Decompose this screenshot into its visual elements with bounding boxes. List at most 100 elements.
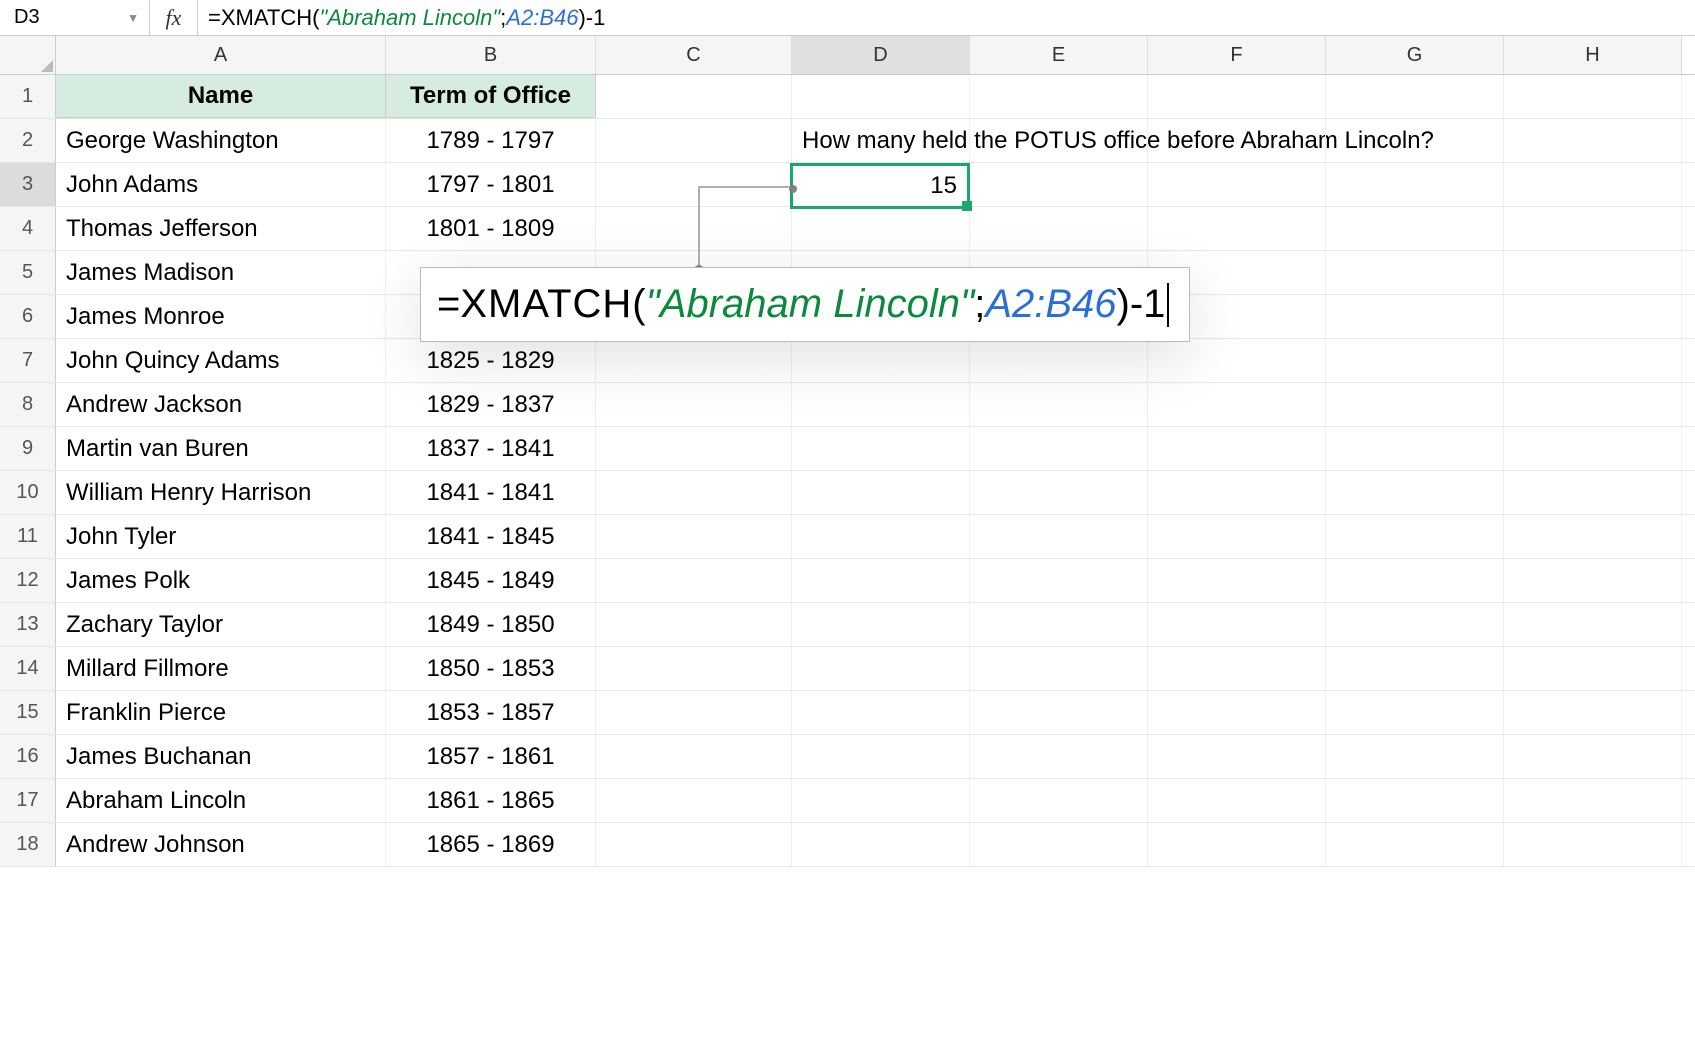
cell[interactable]: [1148, 295, 1326, 338]
row-header[interactable]: 17: [0, 779, 56, 822]
row-header[interactable]: 9: [0, 427, 56, 470]
cell[interactable]: [1148, 75, 1326, 118]
column-header-F[interactable]: F: [1148, 36, 1326, 74]
column-header-C[interactable]: C: [596, 36, 792, 74]
cell[interactable]: [1504, 471, 1682, 514]
cell[interactable]: [792, 515, 970, 558]
cell[interactable]: [596, 559, 792, 602]
cell[interactable]: [1148, 251, 1326, 294]
cell[interactable]: [1148, 163, 1326, 206]
cell[interactable]: [792, 383, 970, 426]
cell[interactable]: [970, 691, 1148, 734]
cell-term[interactable]: 1789 - 1797: [386, 119, 596, 162]
row-header[interactable]: 2: [0, 119, 56, 162]
cell[interactable]: [596, 779, 792, 822]
cell-name[interactable]: Martin van Buren: [56, 427, 386, 470]
cell[interactable]: [1326, 119, 1504, 162]
cell-name[interactable]: Andrew Johnson: [56, 823, 386, 866]
cell[interactable]: [1148, 515, 1326, 558]
cell[interactable]: [970, 251, 1148, 294]
cell[interactable]: [792, 251, 970, 294]
cell[interactable]: [970, 427, 1148, 470]
cell[interactable]: [1504, 163, 1682, 206]
cell-name[interactable]: Thomas Jefferson: [56, 207, 386, 250]
cell[interactable]: [1504, 515, 1682, 558]
cell-name[interactable]: Andrew Jackson: [56, 383, 386, 426]
cell[interactable]: [792, 823, 970, 866]
row-header[interactable]: 7: [0, 339, 56, 382]
cell-term[interactable]: 1845 - 1849: [386, 559, 596, 602]
row-header[interactable]: 13: [0, 603, 56, 646]
cell[interactable]: [970, 603, 1148, 646]
cell[interactable]: [1504, 647, 1682, 690]
row-header[interactable]: 16: [0, 735, 56, 778]
cell[interactable]: [970, 823, 1148, 866]
cell-term[interactable]: 1857 - 1861: [386, 735, 596, 778]
row-header[interactable]: 14: [0, 647, 56, 690]
cell-term[interactable]: 1797 - 1801: [386, 163, 596, 206]
cell[interactable]: [596, 295, 792, 338]
cell-term[interactable]: 1853 - 1857: [386, 691, 596, 734]
header-term[interactable]: Term of Office: [386, 75, 596, 118]
cell[interactable]: [970, 339, 1148, 382]
column-header-G[interactable]: G: [1326, 36, 1504, 74]
cell[interactable]: [792, 75, 970, 118]
cell[interactable]: [792, 647, 970, 690]
cell[interactable]: [596, 515, 792, 558]
cell[interactable]: [1326, 559, 1504, 602]
cell[interactable]: [792, 559, 970, 602]
cell[interactable]: [596, 251, 792, 294]
cell[interactable]: [596, 735, 792, 778]
select-all-corner[interactable]: [0, 36, 56, 74]
cell-name[interactable]: Abraham Lincoln: [56, 779, 386, 822]
cell[interactable]: [596, 207, 792, 250]
cell[interactable]: [596, 427, 792, 470]
cell[interactable]: [1326, 339, 1504, 382]
cell[interactable]: [792, 339, 970, 382]
cell[interactable]: [970, 515, 1148, 558]
cell[interactable]: How many held the POTUS office before Ab…: [792, 119, 970, 162]
cell[interactable]: [1148, 471, 1326, 514]
cell[interactable]: [596, 823, 792, 866]
row-header[interactable]: 4: [0, 207, 56, 250]
cell[interactable]: [1148, 559, 1326, 602]
cell-name[interactable]: Millard Fillmore: [56, 647, 386, 690]
name-box[interactable]: D3 ▼: [0, 0, 150, 35]
cell[interactable]: [1148, 119, 1326, 162]
cell[interactable]: [970, 383, 1148, 426]
cell[interactable]: [1148, 691, 1326, 734]
cell[interactable]: [1504, 603, 1682, 646]
cell-term[interactable]: 1849 - 1850: [386, 603, 596, 646]
cell[interactable]: [970, 295, 1148, 338]
row-header[interactable]: 18: [0, 823, 56, 866]
cell[interactable]: [792, 735, 970, 778]
cell[interactable]: [970, 119, 1148, 162]
cell-name[interactable]: Zachary Taylor: [56, 603, 386, 646]
cell[interactable]: [1504, 251, 1682, 294]
cell[interactable]: [970, 735, 1148, 778]
cell[interactable]: [1148, 383, 1326, 426]
cell[interactable]: [1326, 251, 1504, 294]
cell[interactable]: [1148, 427, 1326, 470]
cell[interactable]: [1504, 691, 1682, 734]
cell-name[interactable]: James Madison: [56, 251, 386, 294]
fx-icon[interactable]: fx: [150, 0, 198, 35]
cell[interactable]: [1504, 823, 1682, 866]
cell-name[interactable]: James Monroe: [56, 295, 386, 338]
cell[interactable]: [1504, 207, 1682, 250]
cell[interactable]: [1148, 339, 1326, 382]
row-header[interactable]: 1: [0, 75, 56, 118]
row-header[interactable]: 10: [0, 471, 56, 514]
cell[interactable]: [1504, 779, 1682, 822]
cell[interactable]: [970, 559, 1148, 602]
cell[interactable]: [1504, 735, 1682, 778]
cell[interactable]: [1148, 823, 1326, 866]
column-header-A[interactable]: A: [56, 36, 386, 74]
cell-term[interactable]: 1825 - 1829: [386, 339, 596, 382]
cell[interactable]: [792, 471, 970, 514]
cell[interactable]: [970, 163, 1148, 206]
row-header[interactable]: 15: [0, 691, 56, 734]
cell[interactable]: [1326, 427, 1504, 470]
cell[interactable]: [970, 471, 1148, 514]
cell[interactable]: [596, 471, 792, 514]
